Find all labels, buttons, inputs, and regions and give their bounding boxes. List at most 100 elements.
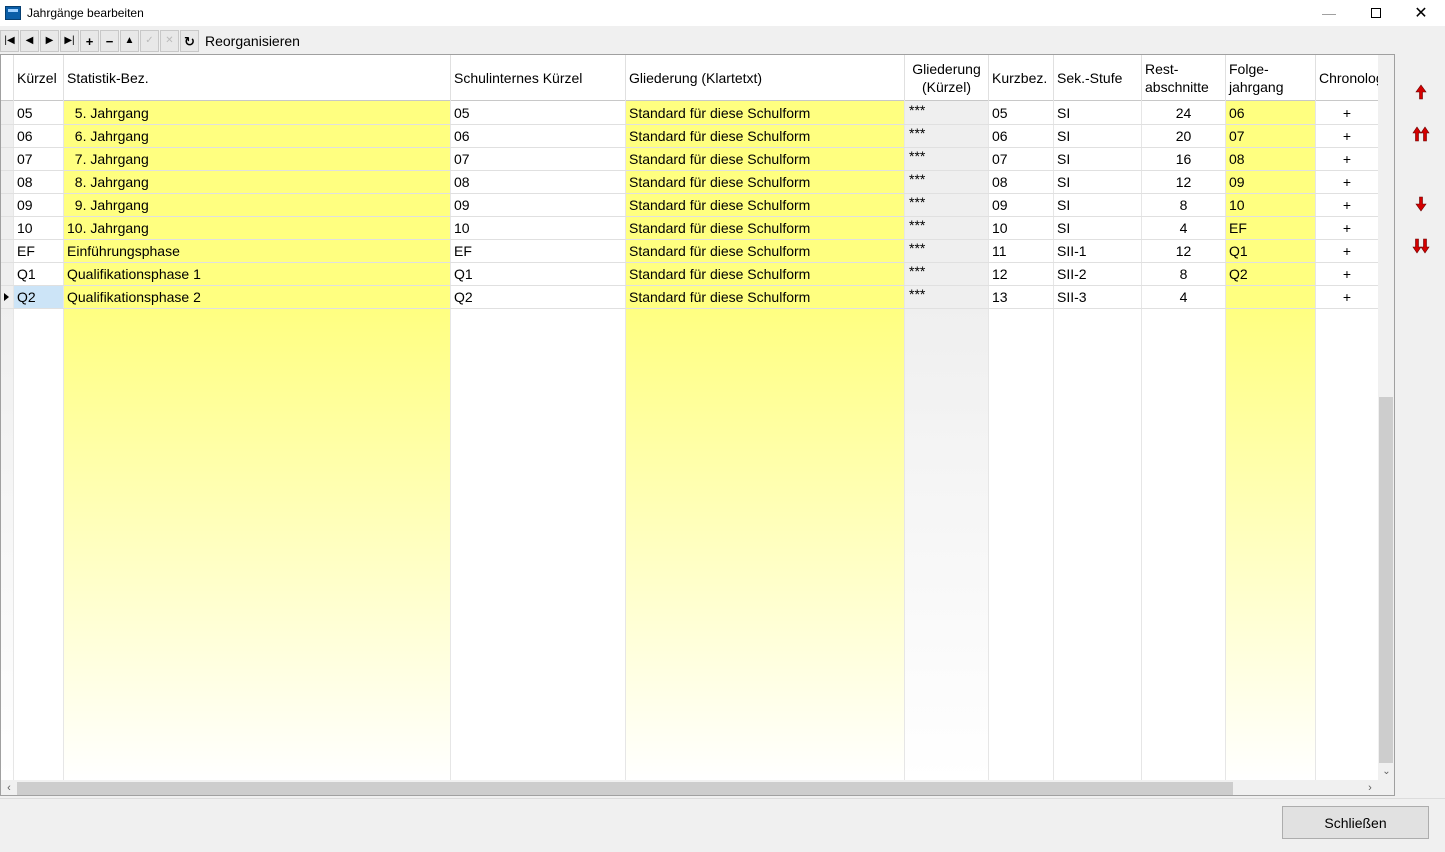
cell-schulinternes-kuerzel[interactable]: 05 — [451, 102, 625, 124]
insert-record-button[interactable]: + — [80, 30, 99, 52]
cell-chronolog[interactable]: + — [1316, 148, 1378, 170]
cell-gliederung-klartext[interactable]: Standard für diese Schulform — [626, 148, 904, 170]
cell-kurzbez[interactable]: 12 — [989, 263, 1053, 285]
cell-statistik-bez[interactable]: 7. Jahrgang — [64, 148, 450, 170]
header-kuerzel[interactable]: Kürzel — [14, 55, 64, 101]
cell-statistik-bez[interactable]: Qualifikationsphase 1 — [64, 263, 450, 285]
cell-kuerzel[interactable]: Q1 — [14, 263, 63, 285]
cell-schulinternes-kuerzel[interactable]: Q1 — [451, 263, 625, 285]
table-row[interactable]: 06 6. Jahrgang 06 Standard für diese Sch… — [1, 125, 1378, 148]
table-row[interactable]: Q2 Qualifikationsphase 2 Q2 Standard für… — [1, 286, 1378, 309]
close-button[interactable]: Schließen — [1282, 806, 1429, 839]
cell-chronolog[interactable]: + — [1316, 286, 1378, 308]
first-record-button[interactable]: |◀ — [0, 30, 19, 52]
cell-schulinternes-kuerzel[interactable]: 07 — [451, 148, 625, 170]
cell-gliederung-kuerzel[interactable]: *** — [905, 217, 988, 239]
cell-chronolog[interactable]: + — [1316, 194, 1378, 216]
vertical-scroll-thumb[interactable] — [1379, 397, 1393, 763]
table-row[interactable]: 08 8. Jahrgang 08 Standard für diese Sch… — [1, 171, 1378, 194]
cell-statistik-bez[interactable]: 10. Jahrgang — [64, 217, 450, 239]
cell-folgejahrgang[interactable]: 07 — [1226, 125, 1315, 147]
table-row[interactable]: 09 9. Jahrgang 09 Standard für diese Sch… — [1, 194, 1378, 217]
cell-sek-stufe[interactable]: SI — [1054, 171, 1141, 193]
cell-sek-stufe[interactable]: SI — [1054, 217, 1141, 239]
cell-kurzbez[interactable]: 09 — [989, 194, 1053, 216]
cell-folgejahrgang[interactable]: 08 — [1226, 148, 1315, 170]
cell-chronolog[interactable]: + — [1316, 240, 1378, 262]
cell-chronolog[interactable]: + — [1316, 263, 1378, 285]
jahrgaenge-grid[interactable]: Kürzel Statistik-Bez. Schulinternes Kürz… — [0, 54, 1395, 796]
cell-restabschnitte[interactable]: 12 — [1142, 240, 1225, 262]
scroll-left-icon[interactable]: ‹ — [1, 780, 17, 795]
cell-folgejahrgang[interactable] — [1226, 286, 1315, 308]
cell-sek-stufe[interactable]: SII-3 — [1054, 286, 1141, 308]
cell-kurzbez[interactable]: 05 — [989, 102, 1053, 124]
cell-kuerzel[interactable]: 09 — [14, 194, 63, 216]
cell-folgejahrgang[interactable]: 06 — [1226, 102, 1315, 124]
post-record-button[interactable]: ✓ — [140, 30, 159, 52]
cell-kuerzel[interactable]: Q2 — [14, 286, 63, 308]
cell-gliederung-klartext[interactable]: Standard für diese Schulform — [626, 263, 904, 285]
header-sek-stufe[interactable]: Sek.-Stufe — [1054, 55, 1142, 101]
cell-sek-stufe[interactable]: SII-1 — [1054, 240, 1141, 262]
cell-chronolog[interactable]: + — [1316, 217, 1378, 239]
cell-schulinternes-kuerzel[interactable]: 06 — [451, 125, 625, 147]
cell-gliederung-klartext[interactable]: Standard für diese Schulform — [626, 217, 904, 239]
cell-gliederung-kuerzel[interactable]: *** — [905, 263, 988, 285]
horizontal-scrollbar[interactable]: ‹ › — [1, 780, 1378, 795]
table-row[interactable]: Q1 Qualifikationsphase 1 Q1 Standard für… — [1, 263, 1378, 286]
vertical-scrollbar[interactable]: ⌄ — [1378, 55, 1394, 780]
cell-sek-stufe[interactable]: SI — [1054, 194, 1141, 216]
cell-statistik-bez[interactable]: 6. Jahrgang — [64, 125, 450, 147]
edit-record-button[interactable]: ▲ — [120, 30, 139, 52]
cell-restabschnitte[interactable]: 8 — [1142, 263, 1225, 285]
cell-gliederung-kuerzel[interactable]: *** — [905, 194, 988, 216]
cell-kurzbez[interactable]: 10 — [989, 217, 1053, 239]
cell-restabschnitte[interactable]: 4 — [1142, 217, 1225, 239]
cell-gliederung-kuerzel[interactable]: *** — [905, 125, 988, 147]
cell-gliederung-klartext[interactable]: Standard für diese Schulform — [626, 171, 904, 193]
cell-kuerzel[interactable]: 10 — [14, 217, 63, 239]
cell-kuerzel[interactable]: 08 — [14, 171, 63, 193]
header-restabschnitte[interactable]: Rest- abschnitte — [1142, 55, 1226, 101]
cell-folgejahrgang[interactable]: Q2 — [1226, 263, 1315, 285]
cell-folgejahrgang[interactable]: EF — [1226, 217, 1315, 239]
cell-restabschnitte[interactable]: 24 — [1142, 102, 1225, 124]
header-gliederung-kuerzel[interactable]: Gliederung (Kürzel) — [905, 55, 989, 101]
cell-kurzbez[interactable]: 06 — [989, 125, 1053, 147]
cell-schulinternes-kuerzel[interactable]: 08 — [451, 171, 625, 193]
cell-restabschnitte[interactable]: 20 — [1142, 125, 1225, 147]
cell-kurzbez[interactable]: 08 — [989, 171, 1053, 193]
cell-chronolog[interactable]: + — [1316, 102, 1378, 124]
header-kurzbez[interactable]: Kurzbez. — [989, 55, 1054, 101]
cell-restabschnitte[interactable]: 16 — [1142, 148, 1225, 170]
next-record-button[interactable]: ▶ — [40, 30, 59, 52]
cell-gliederung-kuerzel[interactable]: *** — [905, 171, 988, 193]
cell-chronolog[interactable]: + — [1316, 125, 1378, 147]
cell-kuerzel[interactable]: EF — [14, 240, 63, 262]
scroll-right-icon[interactable]: › — [1362, 780, 1378, 795]
cell-kurzbez[interactable]: 13 — [989, 286, 1053, 308]
cell-gliederung-kuerzel[interactable]: *** — [905, 148, 988, 170]
maximize-button[interactable] — [1353, 0, 1399, 26]
cell-folgejahrgang[interactable]: Q1 — [1226, 240, 1315, 262]
header-folgejahrgang[interactable]: Folge- jahrgang — [1226, 55, 1316, 101]
delete-record-button[interactable]: − — [100, 30, 119, 52]
horizontal-scroll-thumb[interactable] — [17, 782, 1233, 795]
table-row[interactable]: EF Einführungsphase EF Standard für dies… — [1, 240, 1378, 263]
header-statistik-bez[interactable]: Statistik-Bez. — [64, 55, 451, 101]
move-down-button[interactable] — [1411, 194, 1431, 214]
cell-statistik-bez[interactable]: 8. Jahrgang — [64, 171, 450, 193]
cell-statistik-bez[interactable]: Einführungsphase — [64, 240, 450, 262]
header-gliederung-klartext[interactable]: Gliederung (Klartetxt) — [626, 55, 905, 101]
prior-record-button[interactable]: ◀ — [20, 30, 39, 52]
cell-schulinternes-kuerzel[interactable]: Q2 — [451, 286, 625, 308]
header-schulinternes-kuerzel[interactable]: Schulinternes Kürzel — [451, 55, 626, 101]
cancel-record-button[interactable]: ✕ — [160, 30, 179, 52]
cell-restabschnitte[interactable]: 8 — [1142, 194, 1225, 216]
cell-gliederung-klartext[interactable]: Standard für diese Schulform — [626, 194, 904, 216]
header-chronolog[interactable]: Chronolog — [1316, 55, 1378, 101]
cell-schulinternes-kuerzel[interactable]: 10 — [451, 217, 625, 239]
cell-schulinternes-kuerzel[interactable]: 09 — [451, 194, 625, 216]
cell-restabschnitte[interactable]: 12 — [1142, 171, 1225, 193]
